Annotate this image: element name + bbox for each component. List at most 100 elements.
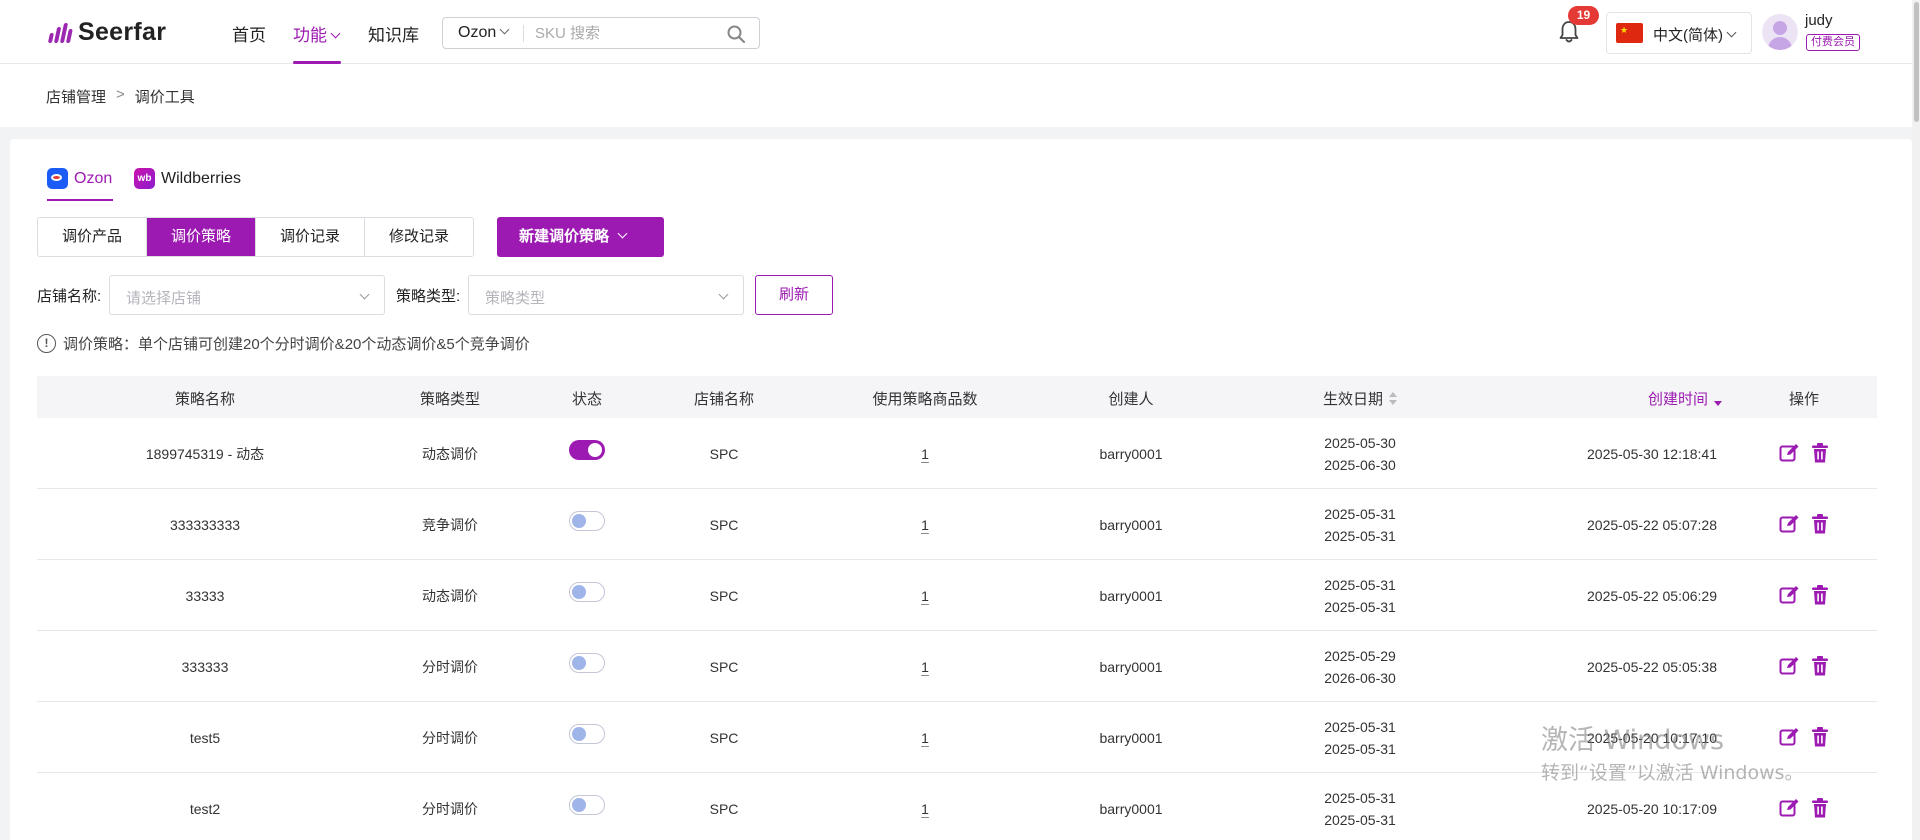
column-strategy-name: 策略名称 (174, 391, 236, 408)
chevron-down-icon (718, 289, 729, 300)
effective-start-date: 2025-05-31 (1324, 789, 1396, 806)
sort-icon (1389, 392, 1398, 406)
row-actions (1778, 584, 1830, 611)
product-count-link[interactable]: 1 (921, 773, 929, 840)
table-row: 333333 分时调价 SPC 1 barry0001 2025-05-29 2026-06… (37, 631, 1877, 702)
strategy-limit-notice: ! 调价策略：单个店铺可创建20个分时调价&20个动态调价&5个竞争调价 (37, 333, 530, 354)
edit-icon[interactable] (1778, 584, 1800, 611)
effective-end-date: 2025-05-31 (1324, 740, 1396, 757)
effective-end-date: 2025-06-30 (1324, 456, 1396, 473)
type-select-placeholder: 策略类型 (485, 290, 546, 307)
tab-ozon[interactable]: Ozon (47, 168, 112, 189)
page-scrollbar[interactable] (1912, 0, 1920, 840)
product-count-value: 1 (921, 658, 929, 675)
delete-icon[interactable] (1810, 442, 1830, 469)
toggle-knob (572, 798, 586, 812)
column-actions: 操作 (1788, 391, 1820, 408)
edit-icon[interactable] (1778, 655, 1800, 682)
table-row: 1899745319 - 动态 动态调价 SPC 1 barry0001 2025-05-… (37, 418, 1877, 489)
status-toggle[interactable] (569, 724, 605, 744)
ozon-logo-icon (47, 168, 68, 189)
tab-wildberries[interactable]: wb Wildberries (134, 168, 241, 189)
avatar-body (1768, 37, 1792, 50)
nav-home[interactable]: 首页 (232, 21, 266, 46)
product-count-value: 1 (921, 445, 929, 462)
top-navigation-bar: Seerfar 首页 功能 知识库 Ozon 19 ★ 中文(简体) judy … (0, 0, 1920, 64)
chevron-down-icon (330, 28, 341, 39)
delete-icon[interactable] (1810, 797, 1830, 824)
tab-ozon-label: Ozon (74, 169, 113, 187)
column-strategy-type: 策略类型 (419, 391, 481, 408)
windows-activation-watermark: 激活 Windows 转到“设置”以激活 Windows。 (1541, 724, 1804, 788)
tab-pricing-products[interactable]: 调价产品 (38, 218, 147, 256)
shop-name-cell: SPC (709, 729, 739, 746)
effective-start-date: 2025-05-31 (1324, 718, 1396, 735)
language-selector[interactable]: ★ 中文(简体) (1606, 12, 1752, 54)
shop-filter-label: 店铺名称: (37, 288, 102, 305)
strategy-name-cell: 1899745319 - 动态 (145, 445, 265, 462)
product-count-link[interactable]: 1 (921, 489, 929, 560)
status-toggle[interactable] (569, 440, 605, 460)
breadcrumb-separator: > (116, 86, 125, 103)
search-icon[interactable] (726, 24, 746, 44)
sku-search-input[interactable] (535, 22, 715, 44)
strategy-type-select[interactable]: 策略类型 (468, 275, 744, 315)
product-count-value: 1 (921, 800, 929, 817)
breadcrumb-shop-management[interactable]: 店铺管理 (46, 86, 106, 107)
watermark-line-1: 激活 Windows (1541, 725, 1725, 756)
row-actions (1778, 513, 1830, 540)
breadcrumb: 店铺管理 > 调价工具 (46, 86, 195, 107)
effective-start-date: 2025-05-31 (1324, 576, 1396, 593)
search-platform-label: Ozon (458, 24, 497, 41)
strategy-name-cell: 33333 (185, 587, 225, 604)
seerfar-logo-icon (47, 22, 74, 43)
wildberries-logo-icon: wb (134, 168, 155, 189)
edit-icon[interactable] (1778, 513, 1800, 540)
edit-icon[interactable] (1778, 442, 1800, 469)
effective-end-date: 2025-05-31 (1324, 811, 1396, 828)
username[interactable]: judy (1805, 12, 1833, 29)
user-avatar[interactable] (1762, 14, 1798, 50)
tab-pricing-strategies[interactable]: 调价策略 (147, 218, 256, 256)
new-strategy-button[interactable]: 新建调价策略 (497, 217, 664, 257)
language-label: 中文(简体) (1653, 24, 1737, 45)
delete-icon[interactable] (1810, 726, 1830, 753)
seerfar-logo[interactable]: Seerfar (47, 18, 166, 47)
shop-name-cell: SPC (709, 658, 739, 675)
product-count-link[interactable]: 1 (921, 560, 929, 631)
delete-icon[interactable] (1810, 513, 1830, 540)
delete-icon[interactable] (1810, 584, 1830, 611)
effective-start-date: 2025-05-30 (1324, 434, 1396, 451)
tab-modification-records[interactable]: 修改记录 (365, 218, 473, 256)
strategy-type-cell: 分时调价 (422, 729, 478, 746)
search-divider (523, 25, 524, 42)
nav-knowledge-base[interactable]: 知识库 (368, 21, 419, 46)
column-creator: 创建人 (1108, 391, 1154, 408)
row-actions (1778, 797, 1830, 824)
tab-pricing-records[interactable]: 调价记录 (256, 218, 365, 256)
created-time-cell: 2025-05-22 05:07:28 (1587, 516, 1717, 533)
toggle-knob (572, 727, 586, 741)
product-count-link[interactable]: 1 (921, 418, 929, 489)
edit-icon[interactable] (1778, 797, 1800, 824)
member-badge: 付费会员 (1806, 34, 1860, 51)
search-platform-select[interactable]: Ozon (458, 24, 510, 42)
status-toggle[interactable] (569, 511, 605, 531)
product-count-link[interactable]: 1 (921, 702, 929, 773)
scrollbar-thumb[interactable] (1914, 2, 1919, 122)
product-count-value: 1 (921, 516, 929, 533)
chevron-down-icon (359, 289, 370, 300)
delete-icon[interactable] (1810, 655, 1830, 682)
nav-features[interactable]: 功能 (293, 21, 341, 46)
shop-select[interactable]: 请选择店铺 (109, 275, 385, 315)
refresh-button[interactable]: 刷新 (755, 275, 833, 315)
strategy-type-cell: 竞争调价 (422, 516, 478, 533)
product-count-link[interactable]: 1 (921, 631, 929, 702)
shop-name-cell: SPC (709, 516, 739, 533)
status-toggle[interactable] (569, 582, 605, 602)
status-toggle[interactable] (569, 795, 605, 815)
status-toggle[interactable] (569, 653, 605, 673)
column-effective-date[interactable]: 生效日期 (1323, 388, 1398, 409)
column-created-time[interactable]: 创建时间 (1648, 388, 1723, 409)
strategy-name-cell: 333333 (181, 658, 229, 675)
